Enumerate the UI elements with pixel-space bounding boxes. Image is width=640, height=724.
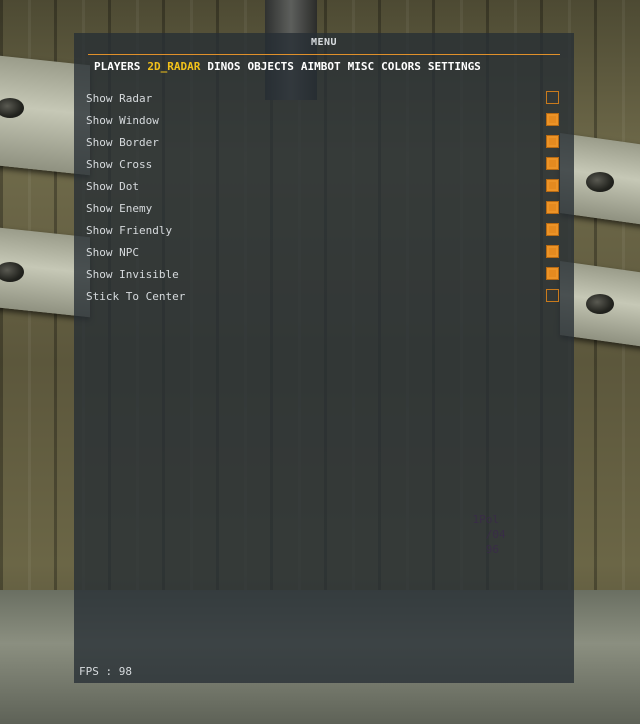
option-show-border[interactable]: Show Border bbox=[86, 132, 561, 154]
option-label: Show Enemy bbox=[86, 202, 153, 215]
option-label: Show NPC bbox=[86, 246, 139, 259]
option-show-dot[interactable]: Show Dot bbox=[86, 176, 561, 198]
tab-players[interactable]: PLAYERS bbox=[94, 60, 140, 73]
option-label: Show Radar bbox=[86, 92, 153, 105]
option-checkbox[interactable] bbox=[546, 91, 559, 104]
tab-dinos[interactable]: DINOS bbox=[207, 60, 240, 73]
option-checkbox[interactable] bbox=[546, 179, 559, 192]
option-checkbox[interactable] bbox=[546, 267, 559, 280]
tab-bar: PLAYERS 2D_RADAR DINOS OBJECTS AIMBOT MISC COL… bbox=[94, 60, 488, 73]
option-label: Show Friendly bbox=[86, 224, 173, 237]
option-show-window[interactable]: Show Window bbox=[86, 110, 561, 132]
options-list: Show Radar Show Window Show Border Show Cro… bbox=[86, 88, 561, 308]
option-label: Show Window bbox=[86, 114, 159, 127]
menu-title: MENU bbox=[310, 37, 338, 48]
option-checkbox[interactable] bbox=[546, 135, 559, 148]
option-show-cross[interactable]: Show Cross bbox=[86, 154, 561, 176]
option-checkbox[interactable] bbox=[546, 157, 559, 170]
tab-settings[interactable]: SETTINGS bbox=[428, 60, 481, 73]
option-stick-to-center[interactable]: Stick To Center bbox=[86, 286, 561, 308]
option-label: Show Border bbox=[86, 136, 159, 149]
option-label: Show Dot bbox=[86, 180, 139, 193]
title-divider bbox=[88, 54, 560, 55]
option-checkbox[interactable] bbox=[546, 201, 559, 214]
tab-misc[interactable]: MISC bbox=[348, 60, 375, 73]
option-show-invisible[interactable]: Show Invisible bbox=[86, 264, 561, 286]
rivet-decoration bbox=[586, 172, 614, 192]
tab-aimbot[interactable]: AIMBOT bbox=[301, 60, 341, 73]
option-label: Stick To Center bbox=[86, 290, 186, 303]
fps-counter: FPS : 98 bbox=[79, 665, 132, 678]
option-checkbox[interactable] bbox=[546, 289, 559, 302]
option-show-friendly[interactable]: Show Friendly bbox=[86, 220, 561, 242]
option-show-radar[interactable]: Show Radar bbox=[86, 88, 561, 110]
tab-colors[interactable]: COLORS bbox=[381, 60, 421, 73]
option-checkbox[interactable] bbox=[546, 113, 559, 126]
option-show-npc[interactable]: Show NPC bbox=[86, 242, 561, 264]
cheat-menu-window: MENU PLAYERS 2D_RADAR DINOS OBJECTS AIMBOT MI… bbox=[74, 33, 574, 683]
option-show-enemy[interactable]: Show Enemy bbox=[86, 198, 561, 220]
option-checkbox[interactable] bbox=[546, 223, 559, 236]
option-label: Show Cross bbox=[86, 158, 153, 171]
tab-objects[interactable]: OBJECTS bbox=[247, 60, 293, 73]
option-label: Show Invisible bbox=[86, 268, 179, 281]
tab-2d-radar[interactable]: 2D_RADAR bbox=[147, 60, 200, 73]
rivet-decoration bbox=[586, 294, 614, 314]
option-checkbox[interactable] bbox=[546, 245, 559, 258]
